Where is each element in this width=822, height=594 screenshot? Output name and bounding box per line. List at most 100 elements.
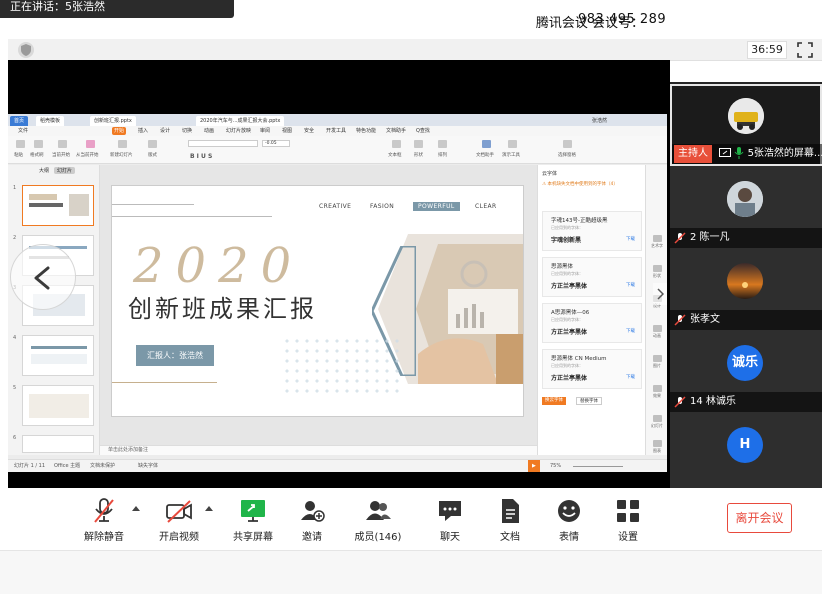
present-tools-icon[interactable] [508, 140, 517, 148]
status-zoom[interactable]: 75% [550, 460, 561, 472]
participant-tile[interactable]: 主持人 5张浩然的屏幕... [670, 84, 822, 166]
chat-button[interactable]: 聊天 [422, 498, 478, 543]
tool-shape[interactable]: 形状 [649, 265, 665, 279]
arrange-icon[interactable] [438, 140, 447, 148]
participant-name: 2 陈一凡 [690, 232, 730, 243]
shape-icon[interactable] [414, 140, 423, 148]
tool-animation[interactable]: 动画 [649, 325, 665, 339]
avatar [727, 181, 763, 217]
ribbon-layout[interactable]: 版式 [148, 152, 157, 158]
fullscreen-icon[interactable] [797, 42, 813, 58]
wps-tab-home[interactable]: 首页 [10, 116, 29, 126]
slide[interactable]: CREATIVE FASION POWERFUL CLEAR 2020 创新班成… [111, 185, 524, 417]
tool-chart[interactable]: 图表 [649, 440, 665, 454]
menu-search[interactable]: Q查找 [414, 127, 432, 135]
doc-helper-icon[interactable] [482, 140, 491, 148]
share-screen-button[interactable]: 共享屏幕 [225, 498, 281, 543]
font-card[interactable]: 思源黑体 CN Medium 已应用到的字体： 方正兰亭黑体 下载 [542, 349, 642, 389]
participant-tile[interactable]: 张孝文 [670, 248, 822, 330]
wps-tab-doc2[interactable]: 2020年汽车与...成果汇报大会.pptx [196, 116, 285, 126]
ribbon-new-slide[interactable]: 新建幻灯片 [110, 152, 133, 158]
font-download-link[interactable]: 下载 [626, 374, 635, 380]
tool-picture[interactable]: 图片 [649, 355, 665, 369]
leave-meeting-button[interactable]: 离开会议 [727, 503, 792, 533]
font-panel-title: 云字体 [542, 171, 558, 177]
font-name-select[interactable] [188, 140, 258, 147]
play-icon[interactable] [58, 140, 67, 148]
notes-bar[interactable]: 单击此处添加备注 [100, 445, 537, 455]
replace-font-button[interactable]: 替换字体 [576, 397, 602, 405]
paste-icon[interactable] [16, 140, 25, 148]
menu-slideshow[interactable]: 幻灯片放映 [224, 127, 253, 135]
menu-start[interactable]: 开始 [112, 127, 127, 135]
status-smart[interactable]: 缺失字体 [138, 460, 158, 472]
ribbon-paste[interactable]: 粘贴 [14, 152, 23, 158]
settings-button[interactable]: 设置 [600, 498, 656, 543]
ribbon-play-current[interactable]: 当前开始 [52, 152, 70, 158]
wps-tab-doc[interactable]: 创新班汇报.pptx [90, 116, 136, 126]
animation-icon [652, 325, 662, 332]
menu-insert[interactable]: 插入 [136, 127, 150, 135]
font-size-select[interactable]: -0.05 [262, 140, 290, 147]
tab-outline[interactable]: 大纲 [36, 167, 52, 174]
invite-button[interactable]: 邀请 [284, 498, 340, 543]
layout-icon[interactable] [148, 140, 157, 148]
menu-view[interactable]: 视图 [280, 127, 294, 135]
tool-slide[interactable]: 幻灯片 [649, 415, 665, 429]
wps-tab-templates[interactable]: 稻壳模板 [36, 116, 65, 126]
participant-tile[interactable]: 诚乐 14 林诚乐 [670, 330, 822, 412]
ribbon-shape[interactable]: 形状 [414, 152, 423, 158]
slide-thumbnail-1[interactable] [22, 185, 94, 226]
participant-tile[interactable]: 2 陈一凡 [670, 166, 822, 248]
format-brush-icon[interactable] [34, 140, 43, 148]
slide-thumbnail-6[interactable] [22, 435, 94, 453]
bold-button[interactable]: B I U S [190, 153, 212, 160]
tool-art-text[interactable]: 艺术字 [649, 235, 665, 249]
ribbon-format-brush[interactable]: 格式刷 [30, 152, 44, 158]
font-download-link[interactable]: 下载 [626, 236, 635, 242]
play-slideshow-button[interactable]: ▶ [528, 460, 540, 472]
replace-cloud-font-button[interactable]: 换云字体 [542, 397, 566, 405]
menu-devtools[interactable]: 开发工具 [324, 127, 348, 135]
menu-features[interactable]: 特色功能 [354, 127, 378, 135]
tool-effect[interactable]: 效果 [649, 385, 665, 399]
ribbon-play-from[interactable]: 从当前开始 [76, 152, 99, 158]
next-page-button[interactable] [653, 283, 667, 305]
ribbon-doc-helper[interactable]: 文档助手 [476, 152, 494, 158]
members-button[interactable]: 成员(146) [350, 498, 406, 543]
reactions-button[interactable]: 表情 [541, 498, 597, 543]
menu-doc-helper[interactable]: 文档助手 [384, 127, 408, 135]
prev-page-button[interactable] [10, 244, 76, 310]
video-button[interactable]: 开启视频 [151, 498, 207, 543]
slide-thumbnail-5[interactable] [22, 385, 94, 426]
shield-icon[interactable] [18, 42, 34, 58]
font-card[interactable]: 字魂143号-正酷超级黑 已应用到的字体： 字魂创新黑 下载 [542, 211, 642, 251]
participant-tile[interactable]: H [670, 412, 822, 488]
tab-slides[interactable]: 幻灯片 [54, 167, 76, 174]
menu-review[interactable]: 审阅 [258, 127, 272, 135]
mute-button[interactable]: 解除静音 [76, 498, 132, 543]
menu-security[interactable]: 安全 [302, 127, 316, 135]
font-card[interactable]: 思源黑体 已应用到的字体： 方正兰亭黑体 下载 [542, 257, 642, 297]
mute-options-caret[interactable] [132, 506, 140, 511]
slide-thumbnail-4[interactable] [22, 335, 94, 376]
play-from-current-icon[interactable] [86, 140, 95, 148]
ribbon-textbox[interactable]: 文本框 [388, 152, 402, 158]
textbox-icon[interactable] [392, 140, 401, 148]
ribbon-arrange[interactable]: 排列 [438, 152, 447, 158]
ribbon-present-tools[interactable]: 演示工具 [502, 152, 520, 158]
menu-animation[interactable]: 动画 [202, 127, 216, 135]
font-card[interactable]: A思源黑体—06 已应用到的字体： 方正兰亭黑体 下载 [542, 303, 642, 343]
docs-button[interactable]: 文档 [482, 498, 538, 543]
font-download-link[interactable]: 下载 [626, 282, 635, 288]
font-download-link[interactable]: 下载 [626, 328, 635, 334]
ribbon-select-pane[interactable]: 选择窗格 [558, 152, 576, 158]
menu-transition[interactable]: 切换 [180, 127, 194, 135]
status-protect[interactable]: 文档未保护 [90, 460, 115, 472]
video-options-caret[interactable] [205, 506, 213, 511]
menu-design[interactable]: 设计 [158, 127, 172, 135]
menu-file[interactable]: 文件 [16, 127, 30, 135]
select-pane-icon[interactable] [563, 140, 572, 148]
new-slide-icon[interactable] [118, 140, 127, 148]
zoom-slider[interactable] [573, 466, 623, 467]
